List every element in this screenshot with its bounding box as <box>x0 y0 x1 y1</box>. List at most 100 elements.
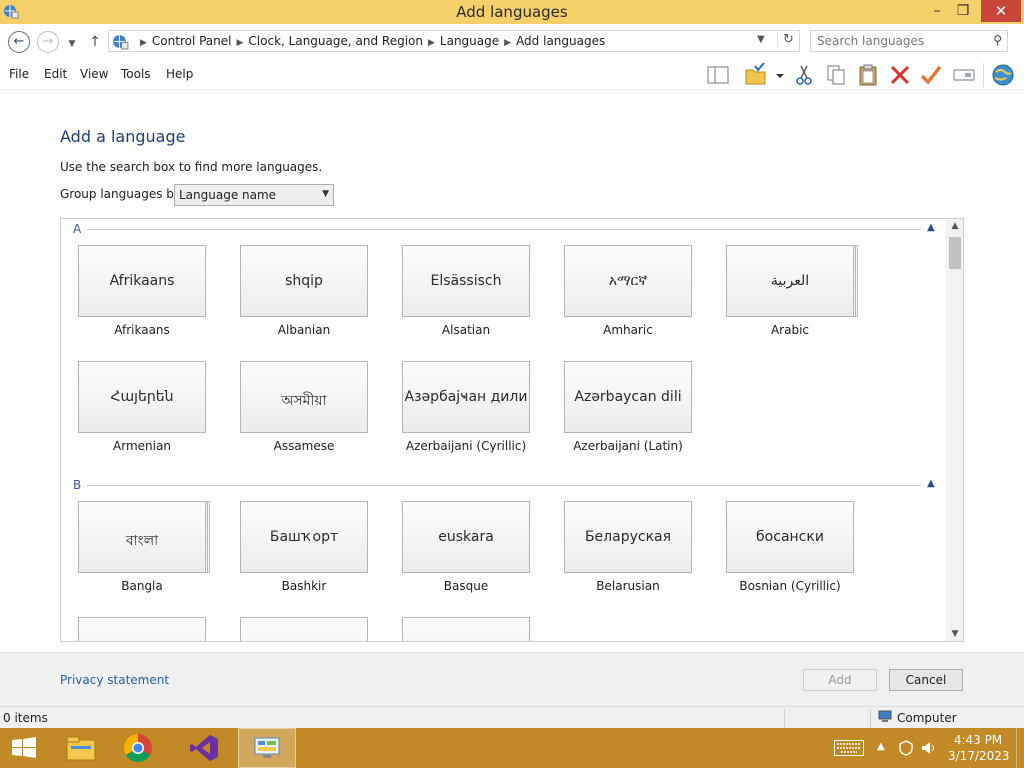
language-tile-alsatian[interactable]: Elsässisch <box>402 245 530 317</box>
group-by-value: Language name <box>179 188 277 202</box>
native-name: босански <box>756 529 824 545</box>
language-tile-bangla[interactable]: বাংলা <box>78 501 206 573</box>
taskbar-chrome[interactable] <box>110 728 168 768</box>
breadcrumb-language[interactable]: Language <box>440 34 499 48</box>
cut-icon[interactable] <box>791 62 817 88</box>
address-bar[interactable]: ▶ Control Panel ▶ Clock, Language, and Regi… <box>108 30 800 52</box>
language-tile-belarusian[interactable]: Беларуская <box>564 501 692 573</box>
native-name: Беларуская <box>584 529 672 545</box>
folder-options-icon[interactable] <box>743 62 769 88</box>
layout-icon[interactable] <box>705 62 731 88</box>
windows-start-icon[interactable] <box>11 737 37 759</box>
language-name-label: Arabic <box>770 323 810 337</box>
language-name-label: Azerbaijani (Latin) <box>573 439 683 453</box>
dropdown-icon[interactable] <box>773 62 787 88</box>
add-button[interactable]: Add <box>803 669 877 691</box>
language-tile-basque[interactable]: euskara <box>402 501 530 573</box>
action-center-icon[interactable] <box>897 740 915 756</box>
language-tile-albanian[interactable]: shqip <box>240 245 368 317</box>
language-name-label: Basque <box>443 579 489 593</box>
language-name-label: Albanian <box>277 323 331 337</box>
rename-icon[interactable] <box>951 62 977 88</box>
search-placeholder: Search languages <box>817 34 925 48</box>
taskbar-visual-studio[interactable] <box>176 728 234 768</box>
language-tile-azerbaijani-latin[interactable]: Azərbaycan dili <box>564 361 692 433</box>
window-title: Add languages <box>456 3 568 21</box>
breadcrumb: ▶ Control Panel ▶ Clock, Language, and Regi… <box>135 34 605 48</box>
language-name-label: Armenian <box>113 439 171 453</box>
language-tile-bashkir[interactable]: Башҡорт <box>240 501 368 573</box>
vertical-scrollbar[interactable]: ▲ ▼ <box>946 219 963 641</box>
menu-file[interactable]: File <box>9 67 29 81</box>
language-tile-arabic[interactable]: العربية <box>726 245 854 317</box>
breadcrumb-control-panel[interactable]: Control Panel <box>152 34 232 48</box>
group-header-a: A <box>73 222 82 236</box>
forward-button[interactable]: → <box>37 31 59 53</box>
globe-icon[interactable] <box>990 62 1016 88</box>
group-by-label: Group languages by: <box>60 187 185 201</box>
chevron-right-icon[interactable]: ▶ <box>504 38 511 48</box>
show-hidden-icons-icon[interactable]: ▲ <box>877 741 885 752</box>
clock-date: 3/17/2023 <box>948 749 1010 763</box>
language-name-label: Alsatian <box>441 323 491 337</box>
native-name: العربية <box>770 273 810 289</box>
breadcrumb-add-languages[interactable]: Add languages <box>516 34 605 48</box>
scroll-up-icon[interactable]: ▲ <box>946 221 963 231</box>
language-tile-amharic[interactable]: አማርኛ <box>564 245 692 317</box>
navigation-bar: ← → ▼ ↑ ▶ Control Panel ▶ Clock, Language, … <box>0 24 1024 59</box>
native-name: Azərbaycan dili <box>574 389 682 405</box>
native-name: Afrikaans <box>109 273 175 289</box>
chevron-right-icon[interactable]: ▶ <box>428 38 435 48</box>
status-divider <box>870 709 871 727</box>
privacy-statement-link[interactable]: Privacy statement <box>60 673 169 687</box>
language-tile-armenian[interactable]: Հայերեն <box>78 361 206 433</box>
scroll-down-icon[interactable]: ▼ <box>946 629 963 639</box>
delete-icon[interactable] <box>887 62 913 88</box>
language-tile-partial[interactable] <box>240 617 368 641</box>
back-button[interactable]: ← <box>8 31 30 53</box>
language-tile-partial[interactable] <box>402 617 530 641</box>
clock-time: 4:43 PM <box>953 733 1003 747</box>
language-tile-assamese[interactable]: অসমীয়া <box>240 361 368 433</box>
copy-icon[interactable] <box>823 62 849 88</box>
menu-help[interactable]: Help <box>166 67 193 81</box>
recent-locations-chevron-icon[interactable]: ▼ <box>66 35 78 49</box>
language-tile-bosnian-cyrillic[interactable]: босански <box>726 501 854 573</box>
up-arrow-icon[interactable]: ↑ <box>88 33 102 55</box>
collapse-a-icon[interactable]: ▲ <box>927 222 935 233</box>
scroll-thumb[interactable] <box>949 237 961 269</box>
address-dropdown-icon[interactable]: ▼ <box>757 34 765 45</box>
chevron-right-icon: ▶ <box>140 38 147 48</box>
breadcrumb-clock-language-region[interactable]: Clock, Language, and Region <box>248 34 423 48</box>
taskbar-clock[interactable]: 4:43 PM 3/17/2023 <box>948 732 1010 764</box>
chevron-right-icon[interactable]: ▶ <box>237 38 244 48</box>
taskbar-control-panel[interactable] <box>238 728 296 768</box>
paste-icon[interactable] <box>855 62 881 88</box>
menu-tools[interactable]: Tools <box>121 67 151 81</box>
chevron-down-icon[interactable]: ▼ <box>322 189 329 199</box>
volume-icon[interactable] <box>920 740 938 756</box>
title-bar: Add languages – ❐ ✕ <box>0 0 1024 24</box>
keyboard-icon[interactable] <box>834 740 864 756</box>
location-label: Computer <box>897 711 957 725</box>
language-tile-azerbaijani-cyrillic[interactable]: Азәрбајҹан дили <box>402 361 530 433</box>
taskbar-file-explorer[interactable] <box>52 728 110 768</box>
collapse-b-icon[interactable]: ▲ <box>927 478 935 489</box>
toolbar-divider <box>983 63 984 87</box>
show-desktop-button[interactable] <box>1016 728 1024 768</box>
cancel-button[interactable]: Cancel <box>889 669 963 691</box>
menu-edit[interactable]: Edit <box>44 67 67 81</box>
language-tile-partial[interactable] <box>78 617 206 641</box>
search-icon[interactable]: ⚲ <box>993 33 1002 47</box>
check-icon[interactable] <box>918 62 944 88</box>
language-tile-afrikaans[interactable]: Afrikaans <box>78 245 206 317</box>
menu-view[interactable]: View <box>80 67 108 81</box>
language-name-label: Afrikaans <box>114 323 170 337</box>
language-name-label: Bosnian (Cyrillic) <box>739 579 841 593</box>
search-input[interactable]: Search languages ⚲ <box>810 30 1008 52</box>
close-button[interactable]: ✕ <box>981 0 1021 22</box>
maximize-button[interactable]: ❐ <box>950 0 976 22</box>
minimize-button[interactable]: – <box>924 0 950 22</box>
refresh-icon[interactable]: ↻ <box>777 32 799 47</box>
group-by-select[interactable]: Language name ▼ <box>174 184 334 206</box>
